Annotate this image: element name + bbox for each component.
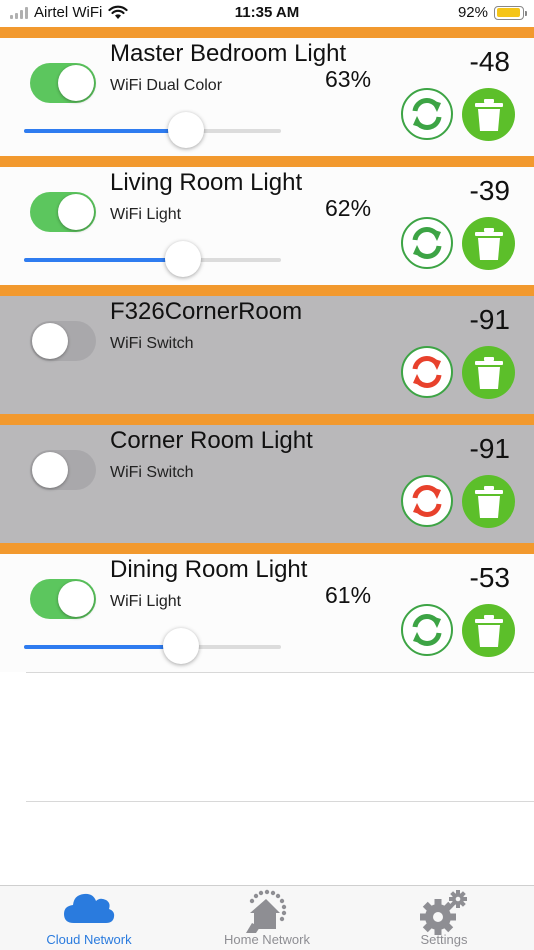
brightness-slider[interactable] [24, 241, 281, 277]
refresh-button[interactable] [401, 88, 453, 140]
signal-strength: -39 [469, 175, 510, 206]
home-network-icon [246, 889, 287, 933]
battery-icon [494, 5, 527, 20]
trash-icon [474, 356, 503, 389]
signal-strength: -91 [469, 304, 510, 335]
toggle-knob[interactable] [32, 323, 68, 359]
slider-fill [24, 645, 181, 649]
device-type: WiFi Light [110, 206, 182, 223]
tab-settings[interactable]: Settings [374, 886, 514, 950]
signal-strength: -53 [469, 562, 510, 593]
tab-cloud-network[interactable]: Cloud Network [19, 886, 159, 950]
tab-home-network[interactable]: Home Network [197, 886, 337, 950]
power-toggle[interactable] [30, 450, 96, 490]
status-right: 92% [457, 4, 527, 21]
tab-label-home-network: Home Network [224, 932, 310, 947]
device-type: WiFi Dual Color [110, 77, 223, 94]
status-bar: Airtel WiFi 11:35 AM 92% [0, 0, 534, 27]
toggle-knob[interactable] [58, 65, 94, 101]
device-card[interactable]: F326CornerRoom WiFi Switch -91 [0, 285, 534, 414]
refresh-icon [412, 614, 442, 646]
delete-button[interactable] [462, 346, 515, 399]
device-list: Master Bedroom Light WiFi Dual Color 63% -4… [0, 27, 534, 932]
row-separator [26, 672, 534, 673]
trash-icon [474, 98, 503, 131]
battery-fill [496, 8, 520, 17]
trash-icon [474, 485, 503, 518]
trash-icon [474, 227, 503, 260]
brightness-percent: 63% [325, 66, 372, 92]
slider-thumb[interactable] [167, 112, 204, 148]
delete-button[interactable] [462, 475, 515, 528]
gear-icon [420, 890, 467, 935]
toggle-knob[interactable] [58, 194, 94, 230]
brightness-percent: 61% [325, 582, 372, 608]
slider-fill [24, 258, 184, 262]
device-card[interactable]: Corner Room Light WiFi Switch -91 [0, 414, 534, 543]
device-name: Living Room Light [110, 169, 303, 196]
brightness-slider[interactable] [24, 112, 281, 148]
delete-button[interactable] [462, 604, 515, 657]
device-name: Master Bedroom Light [110, 40, 347, 67]
tab-label-cloud: Cloud Network [46, 932, 132, 947]
signal-strength: -91 [469, 433, 510, 464]
delete-button[interactable] [462, 88, 515, 141]
device-type: WiFi Light [110, 593, 182, 610]
refresh-icon [412, 98, 442, 130]
empty-list-row [0, 672, 534, 802]
battery-percent: 92% [457, 4, 488, 21]
refresh-icon [412, 356, 442, 388]
cloud-icon [64, 893, 115, 923]
device-type: WiFi Switch [110, 335, 194, 352]
slider-thumb[interactable] [165, 241, 202, 277]
toggle-knob[interactable] [58, 581, 94, 617]
tab-label-settings: Settings [420, 932, 468, 947]
refresh-button[interactable] [401, 346, 453, 398]
refresh-icon [412, 485, 442, 517]
device-card[interactable]: Living Room Light WiFi Light 62% -39 [0, 156, 534, 285]
brightness-slider[interactable] [24, 628, 281, 664]
delete-button[interactable] [462, 217, 515, 270]
power-toggle[interactable] [30, 63, 96, 103]
device-name: Dining Room Light [110, 556, 308, 583]
trash-icon [474, 614, 503, 647]
tab-bar: Cloud Network Home Network Settings [0, 885, 534, 950]
slider-thumb[interactable] [162, 628, 199, 664]
device-card[interactable]: Master Bedroom Light WiFi Dual Color 63% -4… [0, 27, 534, 156]
refresh-icon [412, 227, 442, 259]
power-toggle[interactable] [30, 192, 96, 232]
signal-strength: -48 [469, 46, 510, 77]
device-type: WiFi Switch [110, 464, 194, 481]
toggle-knob[interactable] [32, 452, 68, 488]
refresh-button[interactable] [401, 604, 453, 656]
slider-fill [24, 129, 186, 133]
status-time: 11:35 AM [234, 4, 300, 21]
power-toggle[interactable] [30, 321, 96, 361]
refresh-button[interactable] [401, 217, 453, 269]
device-name: F326CornerRoom [110, 298, 303, 325]
device-card[interactable]: Dining Room Light WiFi Light 61% -53 [0, 543, 534, 672]
power-toggle[interactable] [30, 579, 96, 619]
refresh-button[interactable] [401, 475, 453, 527]
device-name: Corner Room Light [110, 427, 313, 454]
brightness-percent: 62% [325, 195, 372, 221]
